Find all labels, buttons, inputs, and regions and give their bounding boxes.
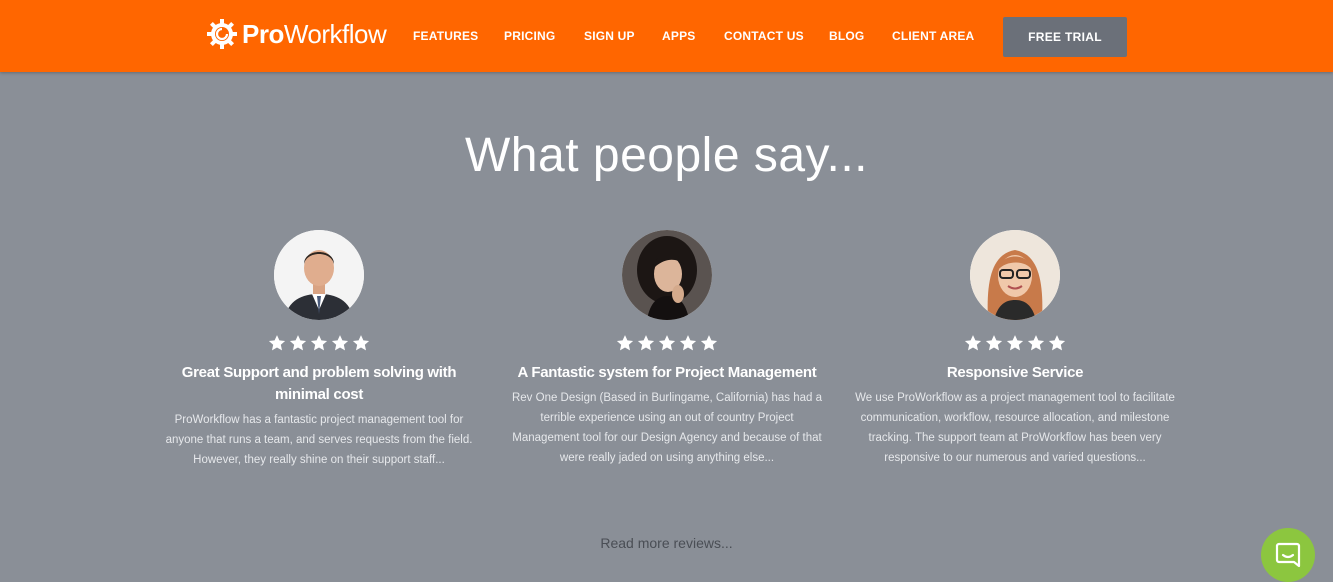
chat-bubble-icon xyxy=(1275,542,1301,568)
testimonial-card: Great Support and problem solving with m… xyxy=(159,230,479,470)
nav-item-pricing[interactable]: PRICING xyxy=(504,29,555,43)
nav-item-contact-us[interactable]: CONTACT US xyxy=(724,29,804,43)
avatar xyxy=(622,230,712,320)
rating-stars xyxy=(507,334,827,354)
star-icon xyxy=(637,335,655,351)
section-heading: What people say... xyxy=(465,129,868,182)
avatar xyxy=(970,230,1060,320)
star-icon xyxy=(964,335,982,351)
testimonial-card: A Fantastic system for Project Managemen… xyxy=(507,230,827,468)
star-icon xyxy=(985,335,1003,351)
testimonial-title: Great Support and problem solving with m… xyxy=(181,364,457,403)
star-icon xyxy=(310,335,328,351)
testimonial-card: Responsive Service We use ProWorkflow as… xyxy=(855,230,1175,468)
star-icon xyxy=(679,335,697,351)
star-icon xyxy=(700,335,718,351)
gear-logo-icon xyxy=(207,19,237,49)
brand-name: ProWorkflow xyxy=(242,19,387,49)
star-icon xyxy=(268,335,286,351)
star-icon xyxy=(1027,335,1045,351)
free-trial-button[interactable]: FREE TRIAL xyxy=(1003,17,1127,57)
nav-item-blog[interactable]: BLOG xyxy=(829,29,864,43)
testimonial-title: Responsive Service xyxy=(946,364,1084,381)
star-icon xyxy=(1006,335,1024,351)
testimonial-title: A Fantastic system for Project Managemen… xyxy=(517,364,817,381)
avatar xyxy=(274,230,364,320)
testimonial-body: Rev One Design (Based in Burlingame, Cal… xyxy=(511,392,823,464)
star-icon xyxy=(331,335,349,351)
nav-item-sign-up[interactable]: SIGN UP xyxy=(584,29,635,43)
testimonial-body: ProWorkflow has a fantastic project mana… xyxy=(165,414,473,466)
reviewer-photo xyxy=(622,230,712,320)
top-navbar: ProWorkflow FEATURES PRICING SIGN UP APP… xyxy=(0,0,1333,72)
chat-launcher-button[interactable] xyxy=(1261,528,1315,582)
rating-stars xyxy=(159,334,479,354)
reviewer-photo xyxy=(970,230,1060,320)
proworkflow-logo[interactable]: ProWorkflow xyxy=(206,17,387,51)
reviewer-photo xyxy=(274,230,364,320)
nav-item-apps[interactable]: APPS xyxy=(662,29,695,43)
read-more-reviews-link[interactable]: Read more reviews... xyxy=(0,535,1333,551)
rating-stars xyxy=(855,334,1175,354)
star-icon xyxy=(1048,335,1066,351)
nav-item-client-area[interactable]: CLIENT AREA xyxy=(892,29,974,43)
star-icon xyxy=(352,335,370,351)
star-icon xyxy=(289,335,307,351)
testimonial-body: We use ProWorkflow as a project manageme… xyxy=(855,392,1175,464)
star-icon xyxy=(658,335,676,351)
nav-item-features[interactable]: FEATURES xyxy=(413,29,478,43)
star-icon xyxy=(616,335,634,351)
